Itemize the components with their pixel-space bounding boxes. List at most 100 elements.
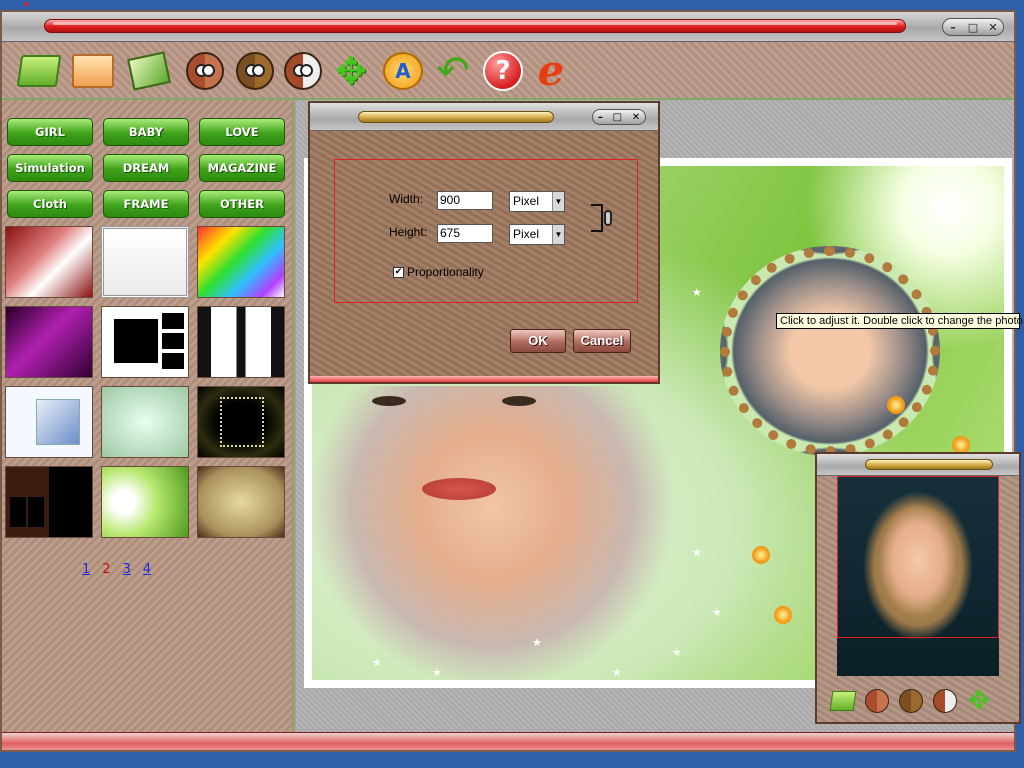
template-thumbnail[interactable] [5, 466, 93, 538]
preview-title-bar[interactable] [817, 454, 1019, 476]
height-unit-select[interactable]: Pixel ▼ [509, 224, 565, 245]
height-label: Height: [389, 225, 428, 239]
face-olive-icon [236, 52, 274, 90]
preview-face-2-button[interactable] [897, 687, 925, 715]
width-input[interactable]: 900 [437, 191, 493, 210]
open-box-icon [72, 54, 114, 88]
category-frame-button[interactable]: FRAME [103, 190, 189, 218]
category-other-button[interactable]: OTHER [199, 190, 285, 218]
ok-button[interactable]: OK [510, 329, 566, 353]
template-thumbnail[interactable] [101, 306, 189, 378]
dialog-title-decoration [358, 111, 554, 123]
pagination: 1 2 3 4 [82, 562, 162, 580]
template-thumbnail[interactable] [101, 386, 189, 458]
template-thumbnail[interactable] [197, 466, 285, 538]
template-panel: GIRL BABY LOVE Simulation DREAM MAGAZINE… [2, 100, 294, 732]
face-tool-3-button[interactable] [280, 48, 326, 94]
dialog-close-button[interactable]: ✕ [632, 112, 640, 123]
template-thumbnail[interactable] [197, 226, 285, 298]
template-thumbnail[interactable] [5, 306, 93, 378]
template-thumbnail[interactable] [101, 466, 189, 538]
preview-title-decoration [865, 459, 993, 470]
chain-link-icon[interactable] [604, 210, 612, 226]
template-thumbnail[interactable] [5, 386, 93, 458]
preview-face-3-button[interactable] [931, 687, 959, 715]
photo-lips [422, 478, 496, 500]
picture-button[interactable] [126, 48, 172, 94]
photo-eye [502, 396, 536, 406]
face-tool-2-button[interactable] [232, 48, 278, 94]
status-bar [2, 732, 1014, 750]
face-tool-1-button[interactable] [182, 48, 228, 94]
page-3-link[interactable]: 3 [123, 562, 131, 580]
width-unit-select[interactable]: Pixel ▼ [509, 191, 565, 212]
open-folder-button[interactable] [16, 48, 62, 94]
dialog-minimize-button[interactable]: – [598, 112, 603, 123]
help-button[interactable]: ? [480, 48, 526, 94]
height-input[interactable]: 675 [437, 224, 493, 243]
main-photo[interactable] [312, 386, 672, 680]
star-decoration: ★ [712, 606, 722, 619]
template-thumbnail[interactable] [197, 386, 285, 458]
minimize-button[interactable]: – [945, 21, 961, 34]
title-bar-decoration [44, 19, 906, 33]
circle-photo-frame[interactable] [720, 246, 940, 456]
category-girl-button[interactable]: GIRL [7, 118, 93, 146]
undo-button[interactable]: ↶ [430, 48, 476, 94]
proportionality-label: Proportionality [407, 265, 484, 279]
move-arrows-icon: ✥ [968, 686, 990, 716]
flower-decoration [752, 546, 770, 564]
template-thumbnail[interactable] [197, 306, 285, 378]
flower-decoration [887, 396, 905, 414]
move-button[interactable]: ✥ [328, 48, 374, 94]
category-dream-button[interactable]: DREAM [103, 154, 189, 182]
text-button[interactable]: A [380, 48, 426, 94]
page-2-current: 2 [102, 562, 111, 577]
cancel-button[interactable]: Cancel [573, 329, 631, 353]
flower-decoration [774, 606, 792, 624]
star-decoration: ★ [672, 646, 682, 659]
internet-explorer-icon: e [537, 46, 565, 95]
help-icon: ? [483, 51, 523, 91]
open-box-button[interactable] [70, 48, 116, 94]
dialog-bottom-bar [310, 376, 658, 382]
folder-open-icon [16, 55, 62, 87]
chevron-down-icon: ▼ [552, 192, 564, 211]
star-decoration: ★ [692, 286, 702, 299]
star-decoration: ★ [612, 666, 622, 679]
face-white-icon [284, 52, 322, 90]
title-bar[interactable]: – □ ✕ [2, 12, 1014, 42]
internet-button[interactable]: e [528, 48, 574, 94]
preview-crop-selection[interactable] [837, 476, 999, 638]
star-decoration: ★ [692, 546, 702, 559]
category-baby-button[interactable]: BABY [103, 118, 189, 146]
template-thumbnail[interactable] [101, 226, 189, 298]
window-controls: – □ ✕ [942, 18, 1004, 36]
maximize-button[interactable]: □ [965, 21, 981, 34]
close-button[interactable]: ✕ [985, 21, 1001, 34]
move-arrows-icon: ✥ [335, 49, 367, 93]
photo-eye [372, 396, 406, 406]
preview-move-button[interactable]: ✥ [965, 687, 993, 715]
category-simulation-button[interactable]: Simulation [7, 154, 93, 182]
template-thumbnail[interactable] [5, 226, 93, 298]
category-love-button[interactable]: LOVE [199, 118, 285, 146]
face-brown-icon [865, 689, 889, 713]
dialog-maximize-button[interactable]: □ [613, 112, 622, 123]
page-1-link[interactable]: 1 [82, 562, 90, 580]
photo-tooltip: Click to adjust it. Double click to chan… [776, 313, 1024, 329]
dialog-title-bar[interactable]: – □ ✕ [310, 103, 658, 131]
page-4-link[interactable]: 4 [143, 562, 151, 580]
category-magazine-button[interactable]: MAGAZINE [199, 154, 285, 182]
preview-toolbar: ✥ [829, 684, 1009, 718]
chevron-down-icon: ▼ [552, 225, 564, 244]
preview-open-button[interactable] [829, 687, 857, 715]
category-cloth-button[interactable]: Cloth [7, 190, 93, 218]
face-brown-icon [186, 52, 224, 90]
image-size-dialog: – □ ✕ Width: 900 Pixel ▼ Height: 675 Pix… [308, 101, 660, 384]
preview-face-1-button[interactable] [863, 687, 891, 715]
toolbar: ✥ A ↶ ? e [2, 42, 1014, 100]
face-white-icon [933, 689, 957, 713]
width-unit-value: Pixel [513, 194, 540, 208]
proportionality-checkbox[interactable]: ✔ [393, 267, 404, 278]
